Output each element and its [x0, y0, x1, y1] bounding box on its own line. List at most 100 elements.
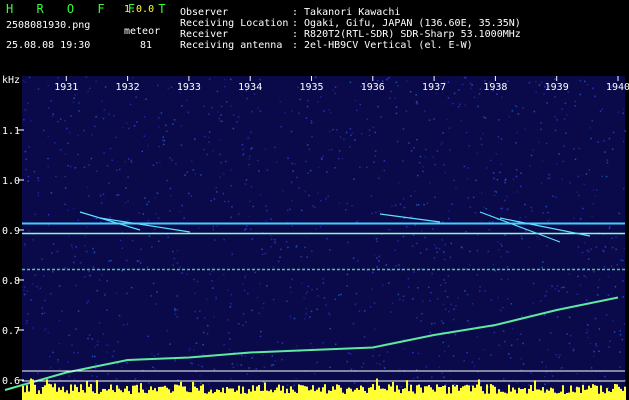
noise-dot	[98, 322, 101, 324]
noise-dot	[26, 319, 28, 322]
noise-dot	[547, 211, 549, 214]
noise-dot	[242, 153, 245, 155]
noise-dot	[471, 361, 474, 363]
noise-dot	[473, 96, 476, 99]
noise-dot	[619, 366, 621, 368]
noise-dot	[515, 169, 518, 171]
noise-dot	[590, 367, 593, 369]
signal-bar	[142, 389, 144, 400]
signal-bar	[392, 381, 394, 400]
signal-bar	[246, 393, 248, 400]
noise-dot	[542, 261, 544, 263]
noise-dot	[545, 205, 547, 208]
noise-dot	[357, 260, 359, 262]
noise-dot	[547, 220, 549, 222]
signal-bar	[320, 391, 322, 400]
noise-dot	[539, 300, 542, 302]
y-tick-label: 1.1	[2, 126, 20, 137]
noise-dot	[249, 200, 251, 203]
signal-bar	[308, 390, 310, 400]
noise-dot	[444, 290, 447, 293]
noise-dot	[160, 112, 163, 114]
noise-dot	[154, 368, 157, 370]
noise-dot	[477, 105, 479, 108]
noise-dot	[88, 164, 90, 166]
noise-dot	[130, 161, 133, 163]
noise-dot	[432, 156, 435, 159]
noise-dot	[73, 97, 75, 99]
signal-bar	[574, 392, 576, 400]
x-tick-label: 1937	[422, 82, 446, 93]
signal-bar	[296, 393, 298, 400]
noise-dot	[282, 190, 284, 192]
noise-dot	[299, 98, 302, 101]
noise-dot	[67, 209, 69, 212]
signal-bar	[488, 393, 490, 400]
noise-dot	[371, 271, 374, 274]
noise-dot	[403, 347, 406, 350]
noise-dot	[612, 319, 614, 322]
noise-dot	[410, 195, 412, 197]
signal-bar	[374, 389, 376, 400]
noise-dot	[448, 310, 450, 313]
noise-dot	[210, 270, 213, 273]
signal-bar	[400, 393, 402, 400]
noise-dot	[579, 93, 582, 96]
noise-dot	[136, 382, 139, 384]
noise-dot	[158, 240, 160, 243]
noise-dot	[212, 150, 214, 152]
signal-bar	[410, 384, 412, 400]
noise-dot	[58, 342, 61, 345]
signal-bar	[244, 392, 246, 400]
noise-dot	[368, 129, 371, 131]
noise-dot	[561, 108, 564, 110]
noise-dot	[412, 298, 414, 300]
noise-dot	[407, 278, 410, 280]
noise-dot	[524, 128, 526, 131]
noise-dot	[224, 85, 226, 88]
signal-bar	[518, 387, 520, 400]
noise-dot	[95, 80, 97, 83]
noise-dot	[37, 372, 39, 375]
noise-dot	[94, 346, 96, 348]
noise-dot	[98, 279, 101, 281]
noise-dot	[27, 102, 29, 105]
noise-dot	[449, 256, 452, 258]
noise-dot	[223, 238, 225, 241]
noise-dot	[32, 327, 34, 329]
noise-dot	[589, 342, 592, 345]
noise-dot	[562, 160, 565, 163]
noise-dot	[139, 262, 142, 264]
noise-dot	[359, 103, 362, 106]
noise-dot	[317, 166, 320, 169]
noise-dot	[368, 134, 371, 137]
noise-dot	[497, 296, 499, 299]
signal-bar	[524, 388, 526, 400]
signal-bar	[550, 387, 552, 400]
noise-dot	[447, 81, 450, 84]
noise-dot	[615, 236, 617, 238]
noise-dot	[424, 156, 427, 158]
noise-dot	[270, 245, 272, 248]
noise-dot	[55, 175, 57, 178]
signal-bar	[398, 389, 400, 400]
noise-dot	[620, 259, 622, 261]
noise-dot	[482, 132, 484, 135]
noise-dot	[500, 138, 503, 140]
signal-bar	[564, 393, 566, 400]
noise-dot	[118, 168, 121, 171]
signal-bar	[220, 392, 222, 400]
signal-bar	[248, 389, 250, 400]
noise-dot	[582, 207, 584, 210]
noise-dot	[624, 130, 627, 132]
noise-dot	[544, 391, 547, 393]
noise-dot	[416, 376, 419, 379]
signal-bar	[290, 386, 292, 400]
noise-dot	[538, 84, 541, 86]
y-tick-label: 0.9	[2, 226, 20, 237]
noise-dot	[480, 192, 483, 194]
noise-dot	[351, 132, 354, 134]
noise-dot	[542, 212, 544, 214]
noise-dot	[512, 178, 514, 180]
signal-bar	[516, 393, 518, 400]
